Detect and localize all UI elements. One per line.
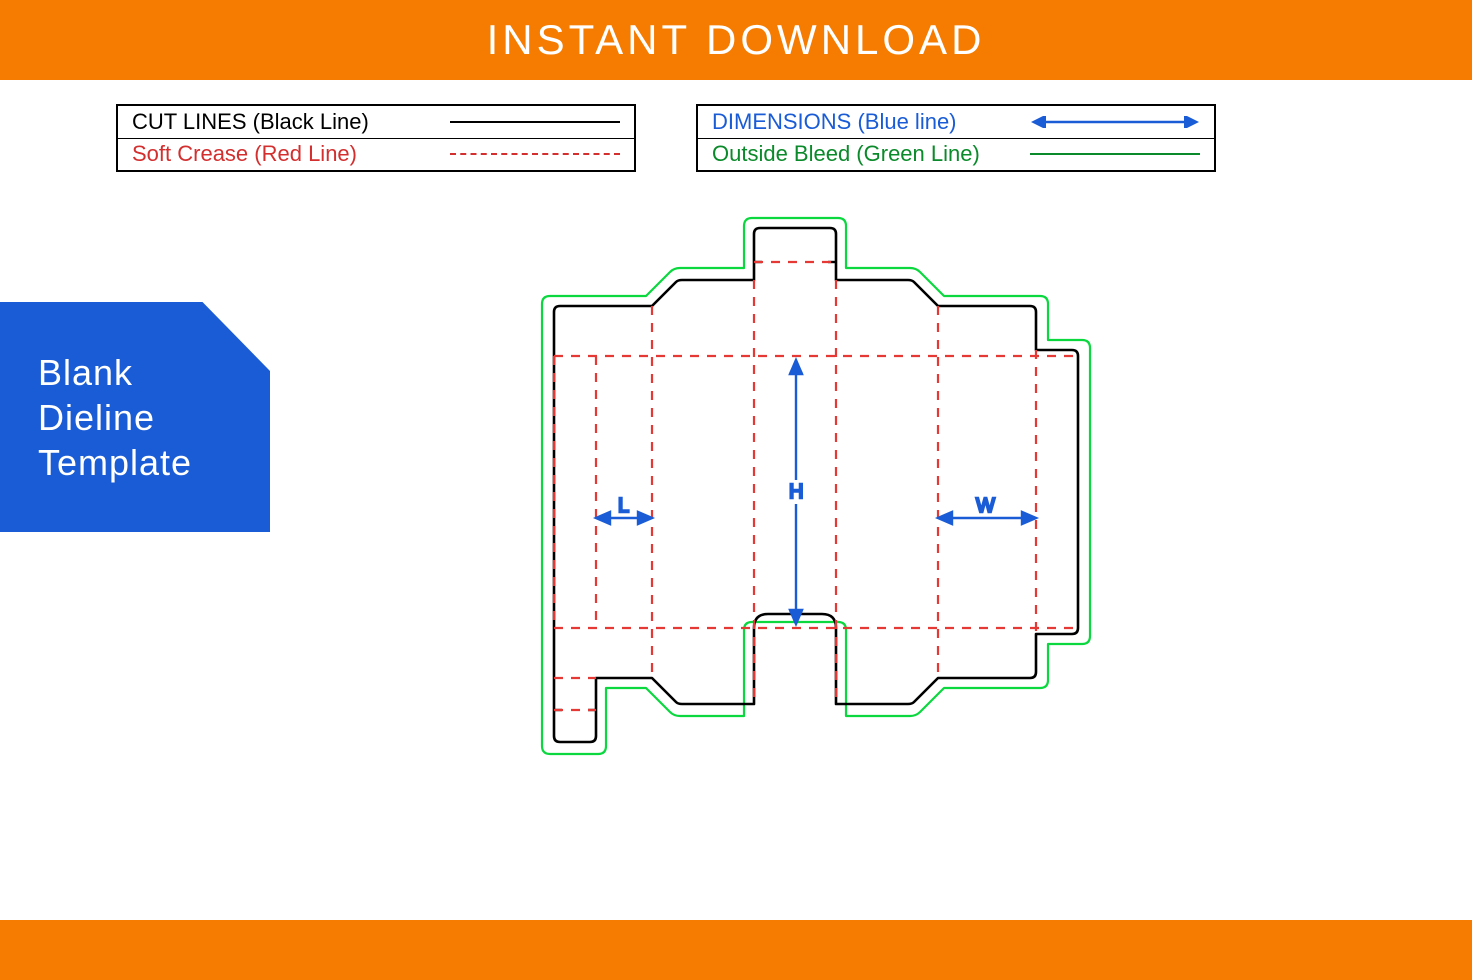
- badge-line3: Template: [38, 440, 270, 485]
- legend-box-left: CUT LINES (Black Line) Soft Crease (Red …: [116, 104, 636, 172]
- legend-cut-lines: CUT LINES (Black Line): [118, 106, 634, 139]
- cut-outline: [554, 228, 1078, 742]
- legend-label: Outside Bleed (Green Line): [712, 141, 1000, 167]
- solid-line-icon: [440, 112, 620, 132]
- legend-row: CUT LINES (Black Line) Soft Crease (Red …: [116, 104, 1226, 172]
- legend-label: Soft Crease (Red Line): [132, 141, 420, 167]
- legend-label: CUT LINES (Black Line): [132, 109, 420, 135]
- bleed-path: [542, 218, 1090, 754]
- banner-title: INSTANT DOWNLOAD: [487, 16, 986, 64]
- dim-H: H: [789, 481, 803, 503]
- banner-bottom: [0, 920, 1472, 980]
- crease-lines: [554, 262, 1078, 710]
- arrow-line-icon: [1020, 112, 1200, 132]
- badge-blank-dieline: Blank Dieline Template: [0, 302, 270, 532]
- green-line-icon: [1020, 144, 1200, 164]
- dim-L: L: [618, 495, 629, 517]
- badge-line1: Blank: [38, 350, 270, 395]
- dash-line-icon: [440, 144, 620, 164]
- banner-top: INSTANT DOWNLOAD: [0, 0, 1472, 80]
- dimension-arrows: H L W: [596, 360, 1036, 624]
- badge-line2: Dieline: [38, 395, 270, 440]
- legend-box-right: DIMENSIONS (Blue line) Outside Bleed (Gr…: [696, 104, 1216, 172]
- legend-dimensions: DIMENSIONS (Blue line): [698, 106, 1214, 139]
- legend-outside-bleed: Outside Bleed (Green Line): [698, 139, 1214, 171]
- dim-W: W: [976, 495, 995, 517]
- legend-label: DIMENSIONS (Blue line): [712, 109, 1000, 135]
- dieline-diagram: H L W: [536, 212, 1096, 822]
- legend-soft-crease: Soft Crease (Red Line): [118, 139, 634, 171]
